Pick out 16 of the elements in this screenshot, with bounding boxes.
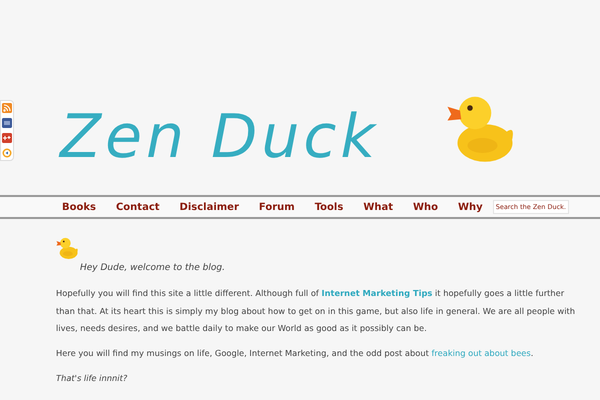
nav-link[interactable]: Disclaimer [170, 200, 249, 214]
greeting-text: Hey Dude, welcome to the blog. [80, 262, 226, 275]
nav-link[interactable]: Who [403, 200, 448, 214]
body-paragraph: Hopefully you will find this site a little different. Although full of Internet Marketing Tips it hopefully goes a little further than that. At its heart this is simply my blog about how to get on in this game, but also life in general. We are all people with lives, needs desires, and we battle daily to make our World as good as it possibly can be. [56, 287, 576, 335]
rubber-duck-icon [54, 235, 80, 261]
body-paragraph: Here you will find my musings on life, Google, Internet Marketing, and the odd post about freaking out about bees. [56, 346, 534, 360]
nav-link[interactable]: Contact [106, 200, 170, 214]
nav-link[interactable]: Forum [248, 200, 305, 214]
nav-link[interactable]: What [353, 200, 403, 214]
rss-icon[interactable] [2, 103, 12, 113]
speaker-icon[interactable] [2, 148, 12, 158]
nav-link[interactable]: Why [448, 200, 493, 214]
signoff-text: That's life innnit? [56, 372, 128, 384]
google-plus-icon[interactable] [2, 133, 12, 143]
nav-link[interactable]: Books [52, 200, 106, 214]
nav-link[interactable]: Tools [304, 200, 354, 214]
